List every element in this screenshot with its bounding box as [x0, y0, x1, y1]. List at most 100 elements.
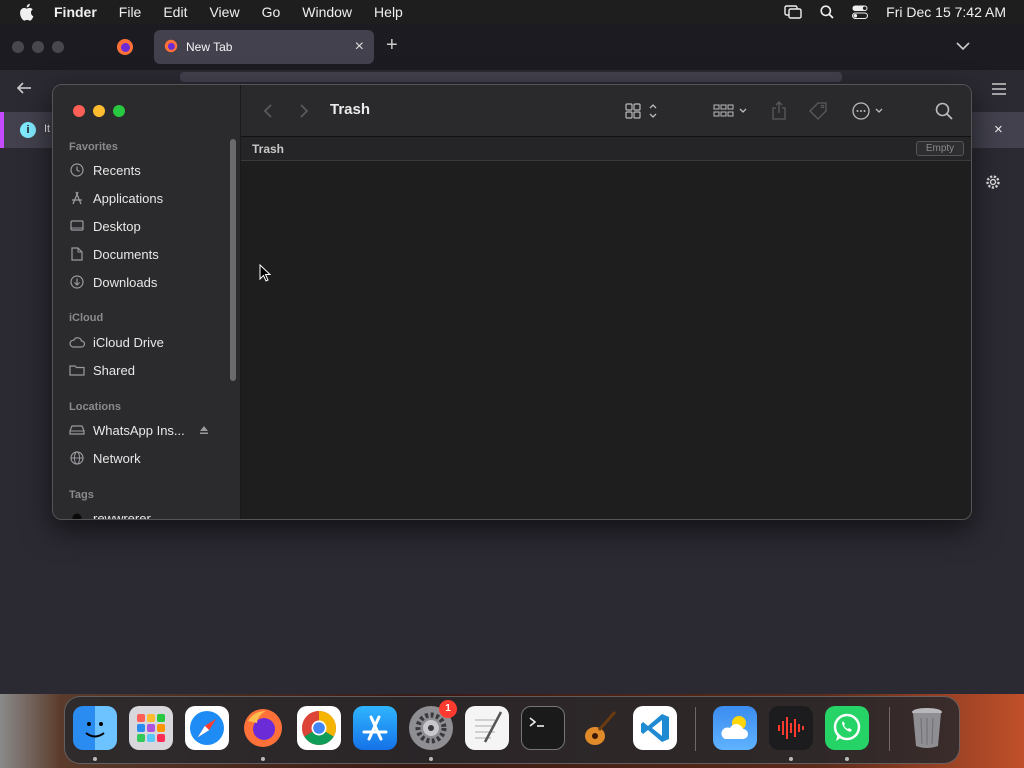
- window-controls: [73, 105, 125, 117]
- firefox-running-indicator: [261, 757, 265, 761]
- finder-toolbar: Trash: [241, 85, 971, 137]
- notification-badge: 1: [439, 700, 457, 718]
- group-icon[interactable]: [713, 102, 751, 120]
- sidebar-item-label: Desktop: [93, 218, 141, 234]
- sidebar-item-label: Network: [93, 450, 141, 466]
- sidebar-header-icloud: iCloud: [69, 312, 104, 324]
- trash-header-bar: Trash Empty: [241, 137, 971, 161]
- icon-view-icon[interactable]: [625, 102, 661, 120]
- search-icon[interactable]: [935, 102, 953, 120]
- gear-icon[interactable]: [984, 173, 1002, 196]
- empty-trash-button[interactable]: Empty: [916, 141, 964, 156]
- finder-running-indicator: [93, 757, 97, 761]
- voice-memos-icon[interactable]: [769, 706, 813, 750]
- chevron-down-icon[interactable]: [956, 38, 970, 56]
- dock: 1: [64, 696, 960, 764]
- safari-icon[interactable]: [185, 706, 229, 750]
- dock-separator: [695, 707, 696, 751]
- menu-go[interactable]: Go: [262, 4, 281, 20]
- terminal-icon[interactable]: [521, 706, 565, 750]
- garageband-icon[interactable]: [577, 706, 621, 750]
- voice-memos-running-indicator: [789, 757, 793, 761]
- firefox-icon: [164, 39, 178, 56]
- tab-close-icon[interactable]: ×: [355, 38, 364, 56]
- sidebar-header-locations: Locations: [69, 401, 121, 413]
- sidebar-item-applications[interactable]: Applications: [69, 186, 229, 210]
- system-settings-icon[interactable]: 1: [409, 700, 457, 750]
- dock-separator: [889, 707, 890, 751]
- whatsapp-icon[interactable]: [825, 706, 869, 750]
- firefox-dock-icon[interactable]: [241, 706, 285, 750]
- menu-clock[interactable]: Fri Dec 15 7:42 AM: [886, 4, 1006, 20]
- tab-title: New Tab: [186, 40, 233, 54]
- sidebar-item-network[interactable]: Network: [69, 446, 229, 470]
- sidebar-item-whatsapp-installer[interactable]: WhatsApp Ins...: [69, 418, 229, 442]
- url-bar[interactable]: [180, 72, 842, 82]
- weather-icon[interactable]: [713, 706, 757, 750]
- trash-icon[interactable]: [905, 706, 949, 750]
- sidebar-item-desktop[interactable]: Desktop: [69, 214, 229, 238]
- back-arrow-icon[interactable]: [16, 80, 32, 101]
- clock-icon: [69, 162, 85, 178]
- close-window-button[interactable]: [73, 105, 85, 117]
- document-icon: [69, 246, 85, 262]
- vscode-icon[interactable]: [633, 706, 677, 750]
- hamburger-menu-icon[interactable]: [992, 82, 1006, 100]
- sidebar-item-icloud-drive[interactable]: iCloud Drive: [69, 330, 229, 354]
- sidebar-item-tag[interactable]: rewwrerer: [69, 506, 229, 520]
- settings-running-indicator: [429, 757, 433, 761]
- firefox-icon[interactable]: [116, 38, 134, 56]
- sidebar-item-label: WhatsApp Ins...: [93, 422, 185, 438]
- minimize-window-button[interactable]: [93, 105, 105, 117]
- menu-app-name[interactable]: Finder: [54, 4, 97, 20]
- desktop-icon: [69, 218, 85, 234]
- browser-tab-bar: New Tab × +: [0, 24, 1024, 70]
- finder-dock-icon[interactable]: [73, 706, 117, 750]
- menu-help[interactable]: Help: [374, 4, 403, 20]
- sidebar-item-recents[interactable]: Recents: [69, 158, 229, 182]
- textedit-icon[interactable]: [465, 706, 509, 750]
- apple-icon[interactable]: [18, 3, 36, 21]
- notification-close-icon[interactable]: ×: [994, 121, 1003, 138]
- chrome-icon[interactable]: [297, 706, 341, 750]
- mouse-cursor-icon: [259, 263, 272, 287]
- sidebar-item-label: Shared: [93, 362, 135, 378]
- shared-folder-icon: [69, 362, 85, 378]
- disk-icon: [69, 422, 85, 438]
- info-icon: i: [20, 122, 36, 138]
- more-actions-icon[interactable]: [851, 101, 887, 121]
- menu-window[interactable]: Window: [302, 4, 352, 20]
- sidebar-scrollbar[interactable]: [230, 139, 236, 381]
- finder-content: Trash Trash Empty: [241, 85, 971, 519]
- menu-edit[interactable]: Edit: [163, 4, 187, 20]
- launchpad-icon[interactable]: [129, 706, 173, 750]
- sidebar-header-favorites: Favorites: [69, 141, 118, 153]
- notification-text: It: [44, 123, 51, 135]
- menu-file[interactable]: File: [119, 4, 142, 20]
- share-icon[interactable]: [771, 101, 787, 121]
- sidebar-item-documents[interactable]: Documents: [69, 242, 229, 266]
- sidebar-item-downloads[interactable]: Downloads: [69, 270, 229, 294]
- sidebar-item-label: Recents: [93, 162, 141, 178]
- new-tab-button[interactable]: +: [386, 34, 398, 57]
- spotlight-search-icon[interactable]: [820, 5, 834, 19]
- trash-label: Trash: [252, 142, 285, 156]
- sidebar-item-label: Documents: [93, 246, 159, 262]
- app-store-icon[interactable]: [353, 706, 397, 750]
- forward-chevron-icon[interactable]: [299, 103, 309, 119]
- screen-mirroring-icon[interactable]: [784, 5, 802, 19]
- menu-view[interactable]: View: [209, 4, 239, 20]
- zoom-window-button[interactable]: [113, 105, 125, 117]
- browser-tab-new-tab[interactable]: New Tab ×: [154, 30, 374, 64]
- eject-icon[interactable]: [199, 423, 209, 438]
- finder-window: Favorites Recents Applications Desktop D…: [52, 84, 972, 520]
- browser-window-controls[interactable]: [12, 41, 64, 53]
- sidebar-item-label: rewwrerer: [93, 510, 151, 520]
- back-chevron-icon[interactable]: [263, 103, 273, 119]
- sidebar-item-label: Applications: [93, 190, 164, 206]
- tag-icon[interactable]: [809, 101, 829, 121]
- control-center-icon[interactable]: [852, 5, 869, 19]
- tag-dot-icon: [69, 510, 85, 519]
- sidebar-item-shared[interactable]: Shared: [69, 358, 229, 382]
- whatsapp-running-indicator: [845, 757, 849, 761]
